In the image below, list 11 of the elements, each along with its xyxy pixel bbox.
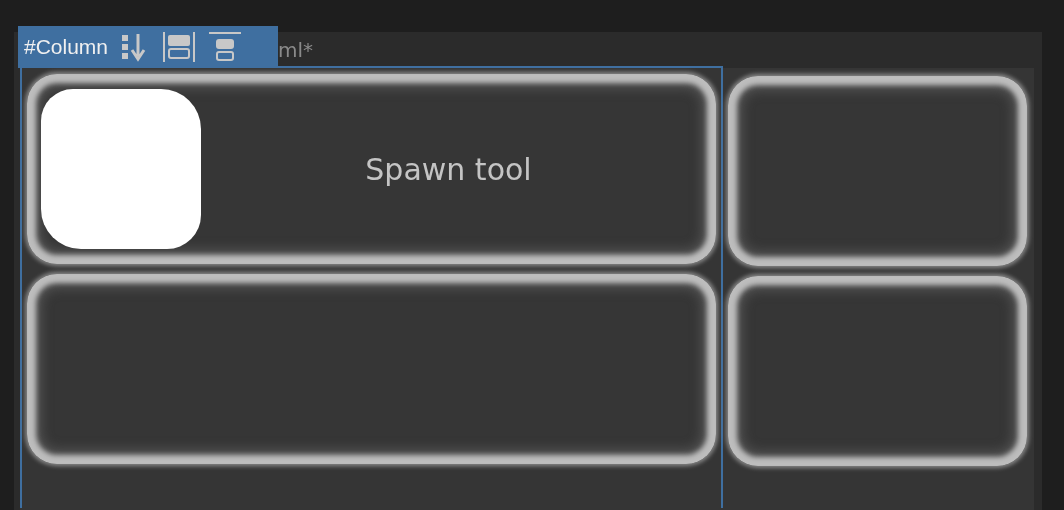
card[interactable]: [728, 276, 1027, 466]
tab-title[interactable]: ml*: [278, 38, 314, 62]
column[interactable]: Spawn tool: [20, 66, 723, 508]
align-top-icon[interactable]: [208, 31, 243, 63]
card-label: Spawn tool: [364, 151, 533, 187]
thumbnail-icon: [41, 89, 201, 249]
card[interactable]: [728, 76, 1027, 266]
stretch-icon[interactable]: [162, 31, 197, 63]
element-name: #Column: [24, 35, 109, 59]
card[interactable]: Spawn tool: [27, 74, 716, 264]
card[interactable]: [27, 274, 716, 464]
